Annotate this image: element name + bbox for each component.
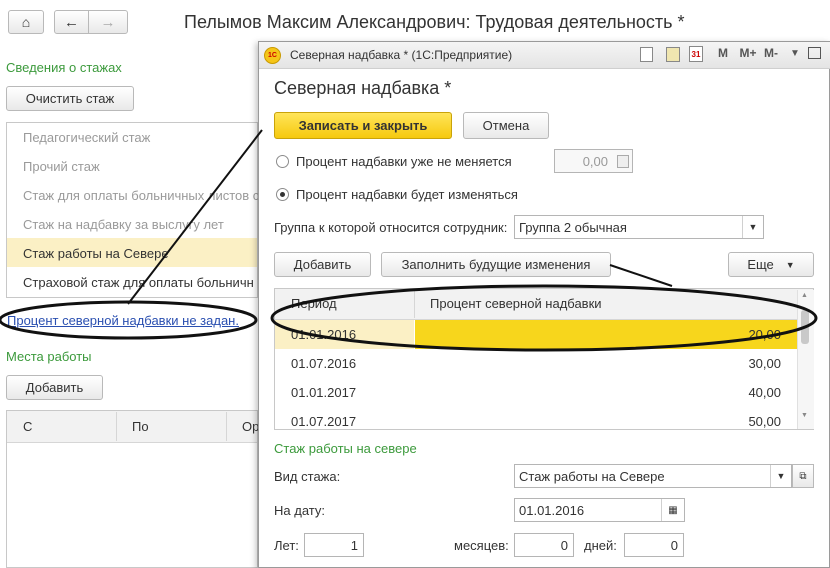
months-input[interactable]: 0: [514, 533, 574, 557]
pointer-line: [127, 129, 263, 305]
vid-select[interactable]: Стаж работы на Севере ▼: [514, 464, 792, 488]
calendar-icon[interactable]: ▦: [661, 499, 684, 521]
section-north: Стаж работы на севере: [274, 441, 417, 456]
days-label: дней:: [584, 538, 617, 553]
open-link-button[interactable]: ⧉: [792, 464, 814, 488]
oval-table-header: [270, 284, 818, 352]
months-label: месяцев:: [454, 538, 509, 553]
years-label: Лет:: [274, 538, 299, 553]
years-input[interactable]: 1: [304, 533, 364, 557]
date-input[interactable]: 01.01.2016 ▦: [514, 498, 685, 522]
pointer-line: [609, 264, 673, 287]
vid-select-value: Стаж работы на Севере: [519, 468, 665, 484]
date-label: На дату:: [274, 503, 325, 518]
open-icon: ⧉: [799, 470, 807, 482]
vid-label: Вид стажа:: [274, 469, 341, 484]
oval-percent-link: [0, 300, 258, 340]
chevron-down-icon[interactable]: ▼: [770, 465, 791, 487]
days-input[interactable]: 0: [624, 533, 684, 557]
date-input-value: 01.01.2016: [519, 502, 585, 518]
